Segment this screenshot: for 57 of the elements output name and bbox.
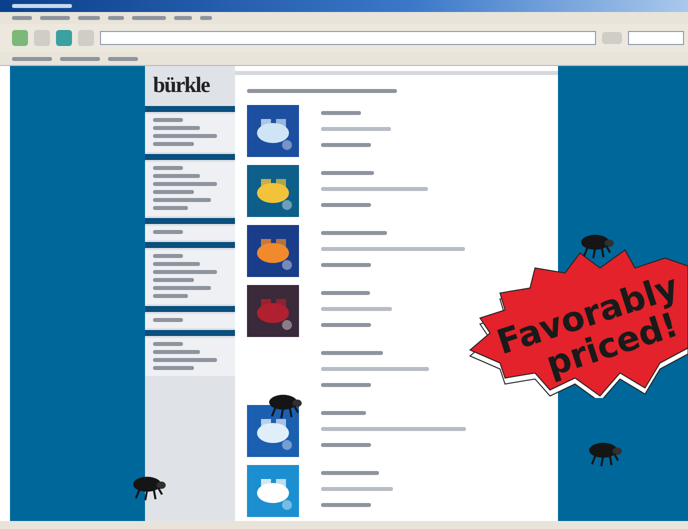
blurred-text bbox=[321, 323, 371, 327]
blurred-text bbox=[108, 16, 124, 20]
blurred-text bbox=[174, 16, 192, 20]
blurred-text bbox=[40, 16, 70, 20]
blurred-text bbox=[153, 262, 200, 266]
blurred-text bbox=[321, 171, 374, 175]
blurred-text bbox=[321, 503, 371, 507]
blurred-text bbox=[321, 471, 379, 475]
blurred-text bbox=[153, 174, 200, 178]
blurred-text bbox=[153, 318, 183, 322]
blurred-text bbox=[321, 307, 392, 311]
blurred-text bbox=[153, 206, 188, 210]
blurred-text bbox=[153, 118, 183, 122]
blurred-text bbox=[321, 111, 361, 115]
blurred-text bbox=[321, 411, 366, 415]
blurred-text bbox=[321, 143, 371, 147]
blurred-text bbox=[321, 127, 391, 131]
blurred-text bbox=[153, 358, 217, 362]
blurred-text bbox=[153, 350, 200, 354]
flea-drawing bbox=[578, 232, 616, 260]
blurred-text bbox=[78, 16, 100, 20]
flea-drawing bbox=[266, 392, 304, 420]
flea-drawing bbox=[130, 474, 168, 502]
blurred-text bbox=[321, 263, 371, 267]
blurred-text bbox=[321, 351, 383, 355]
blurred-text bbox=[153, 166, 183, 170]
blurred-text bbox=[153, 286, 211, 290]
blurred-text bbox=[153, 342, 183, 346]
blurred-text bbox=[153, 134, 217, 138]
blurred-text bbox=[12, 16, 32, 20]
blurred-text bbox=[321, 203, 371, 207]
blurred-text bbox=[200, 16, 212, 20]
blurred-text bbox=[153, 182, 217, 186]
blurred-text bbox=[60, 56, 100, 60]
blurred-text bbox=[153, 270, 217, 274]
blurred-text bbox=[153, 230, 183, 234]
blurred-text bbox=[321, 291, 370, 295]
logo: bürkle bbox=[152, 72, 211, 99]
blurred-text bbox=[153, 190, 194, 194]
blurred-text bbox=[12, 4, 72, 8]
blurred-text bbox=[153, 126, 200, 130]
blurred-text bbox=[153, 366, 194, 370]
blurred-text bbox=[153, 254, 183, 258]
blurred-text bbox=[153, 294, 188, 298]
address-field[interactable] bbox=[100, 31, 596, 45]
blurred-text bbox=[108, 56, 138, 60]
blurred-text bbox=[321, 231, 387, 235]
blurred-text bbox=[153, 142, 194, 146]
blurred-text bbox=[321, 487, 393, 491]
search-field[interactable] bbox=[628, 31, 684, 45]
blurred-text bbox=[321, 443, 371, 447]
blurred-text bbox=[12, 56, 52, 60]
blurred-text bbox=[153, 198, 211, 202]
flea-drawing bbox=[586, 440, 624, 468]
blurred-text bbox=[153, 278, 194, 282]
blurred-text bbox=[321, 383, 371, 387]
blurred-text bbox=[132, 16, 166, 20]
